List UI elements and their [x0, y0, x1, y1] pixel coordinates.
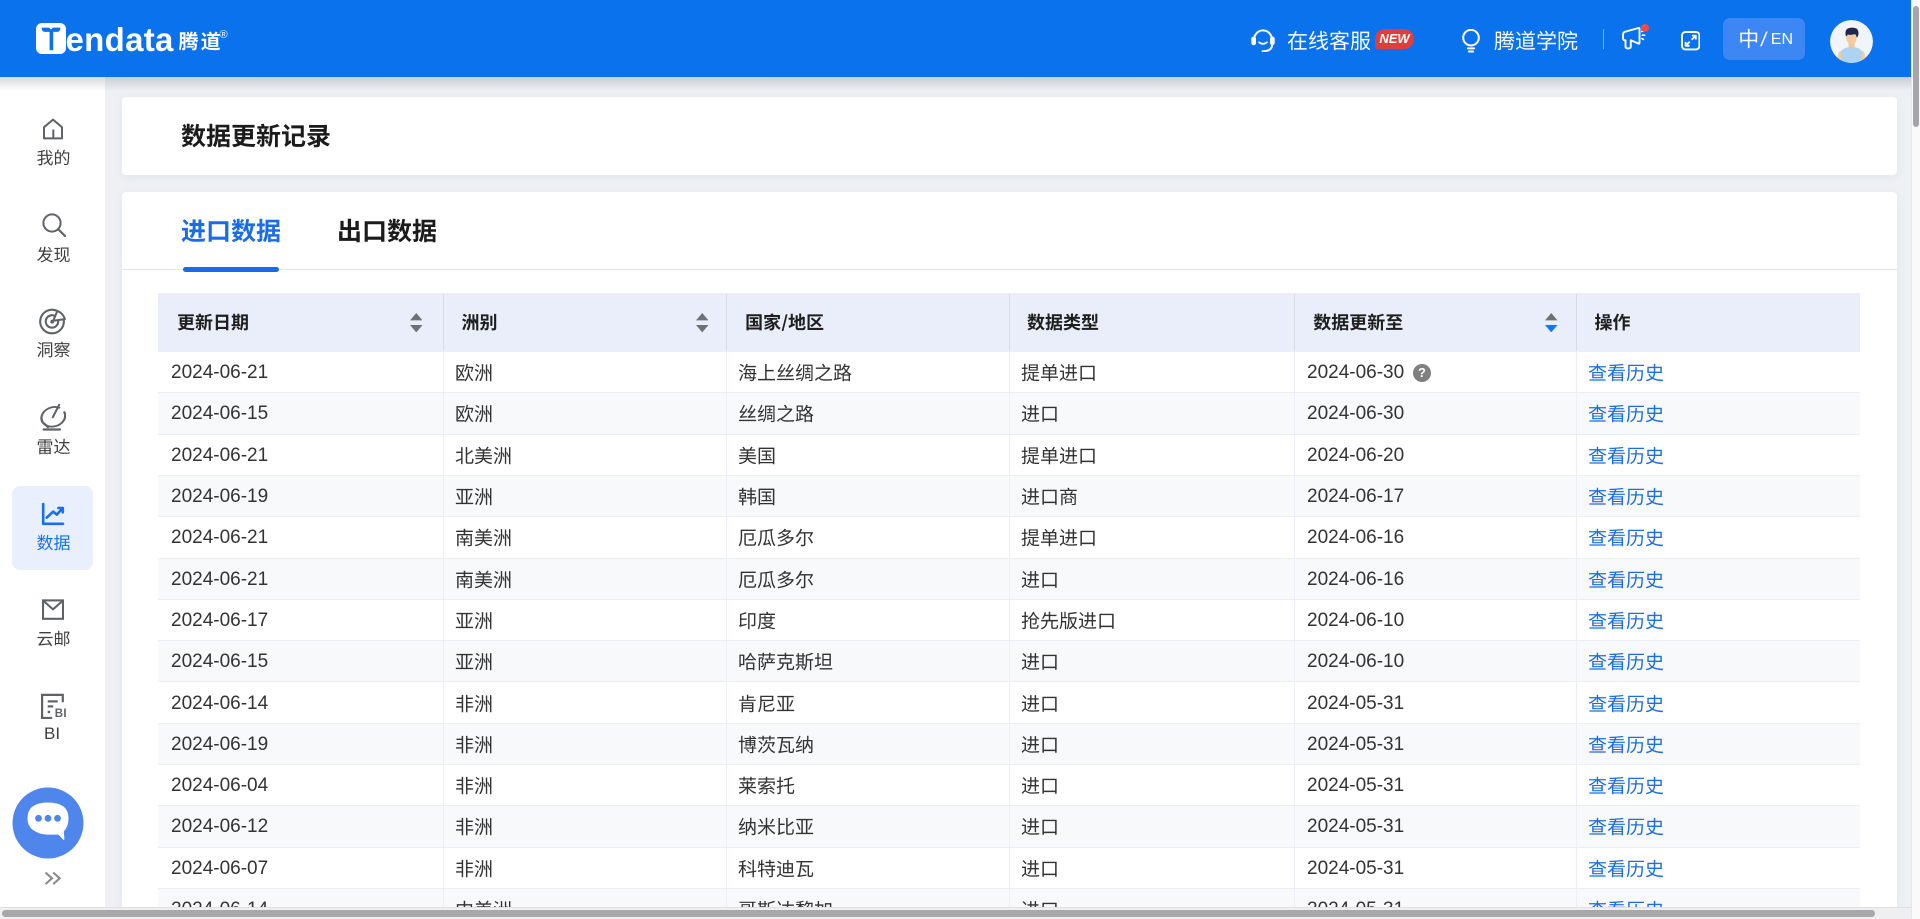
svg-text:BI: BI [55, 707, 67, 718]
